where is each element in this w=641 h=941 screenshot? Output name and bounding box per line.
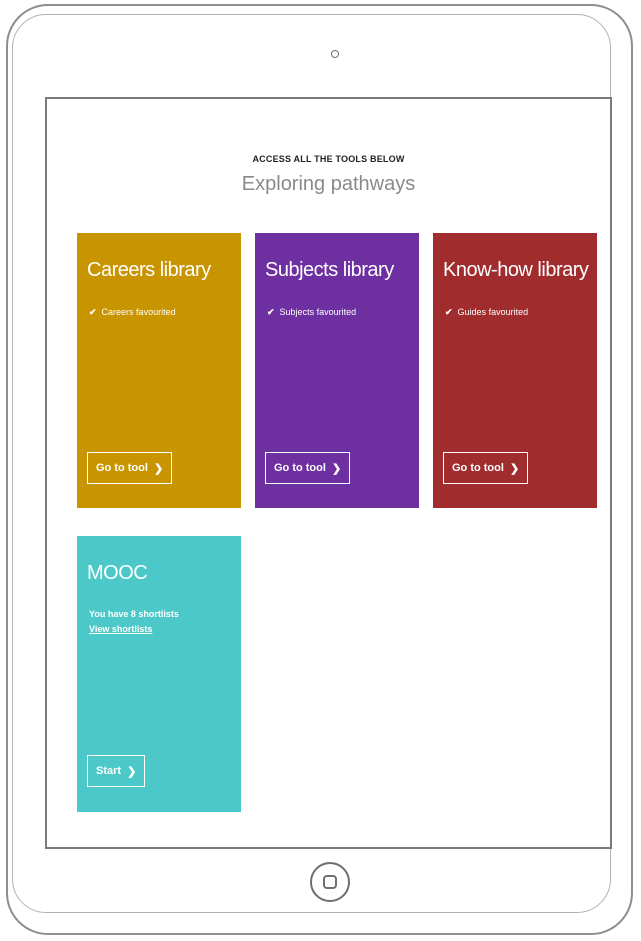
button-label: Go to tool [96,462,148,474]
button-label: Go to tool [452,462,504,474]
section-eyebrow: ACCESS ALL THE TOOLS BELOW [252,154,405,164]
chevron-right-icon: ❯ [331,462,342,475]
check-icon: ✔ [445,307,453,317]
page-title: Exploring pathways [241,173,416,195]
card-status: ✔ Careers favourited [89,307,176,318]
card-status-label: Careers favourited [101,307,176,317]
card-title: Subjects library [265,259,394,281]
check-icon: ✔ [267,307,275,317]
card-status: ✔ Guides favourited [445,307,528,318]
screen: ACCESS ALL THE TOOLS BELOW Exploring pat… [45,97,612,849]
card-status: ✔ Subjects favourited [267,307,356,318]
home-square-icon [323,875,337,889]
go-to-tool-button[interactable]: Go to tool ❯ [443,452,529,484]
card-title: Careers library [87,259,211,281]
subjects-library-card[interactable]: Subjects library ✔ Subjects favourited Go… [255,233,419,508]
card-status-label: Guides favourited [457,307,529,317]
button-label: Go to tool [274,462,326,474]
check-icon: ✔ [89,307,97,317]
card-status-label: Subjects favourited [279,307,357,317]
view-shortlists-link[interactable]: View shortlists [89,624,152,634]
start-button[interactable]: Start ❯ [87,755,146,787]
card-title: Know-how library [443,259,589,281]
camera-icon [331,50,339,58]
go-to-tool-button[interactable]: Go to tool ❯ [87,452,173,484]
chevron-right-icon: ❯ [509,462,520,475]
shortlist-count: You have 8 shortlists [89,609,179,619]
chevron-right-icon: ❯ [153,462,164,475]
go-to-tool-button[interactable]: Go to tool ❯ [265,452,351,484]
button-label: Start [96,765,122,777]
mooc-card[interactable]: MOOC You have 8 shortlists View shortlis… [77,536,241,812]
card-title: MOOC [87,562,148,584]
know-how-library-card[interactable]: Know-how library ✔ Guides favourited Go t… [433,233,597,508]
careers-library-card[interactable]: Careers library ✔ Careers favourited Go t… [77,233,241,508]
chevron-right-icon: ❯ [127,765,137,778]
home-button[interactable] [310,862,350,902]
